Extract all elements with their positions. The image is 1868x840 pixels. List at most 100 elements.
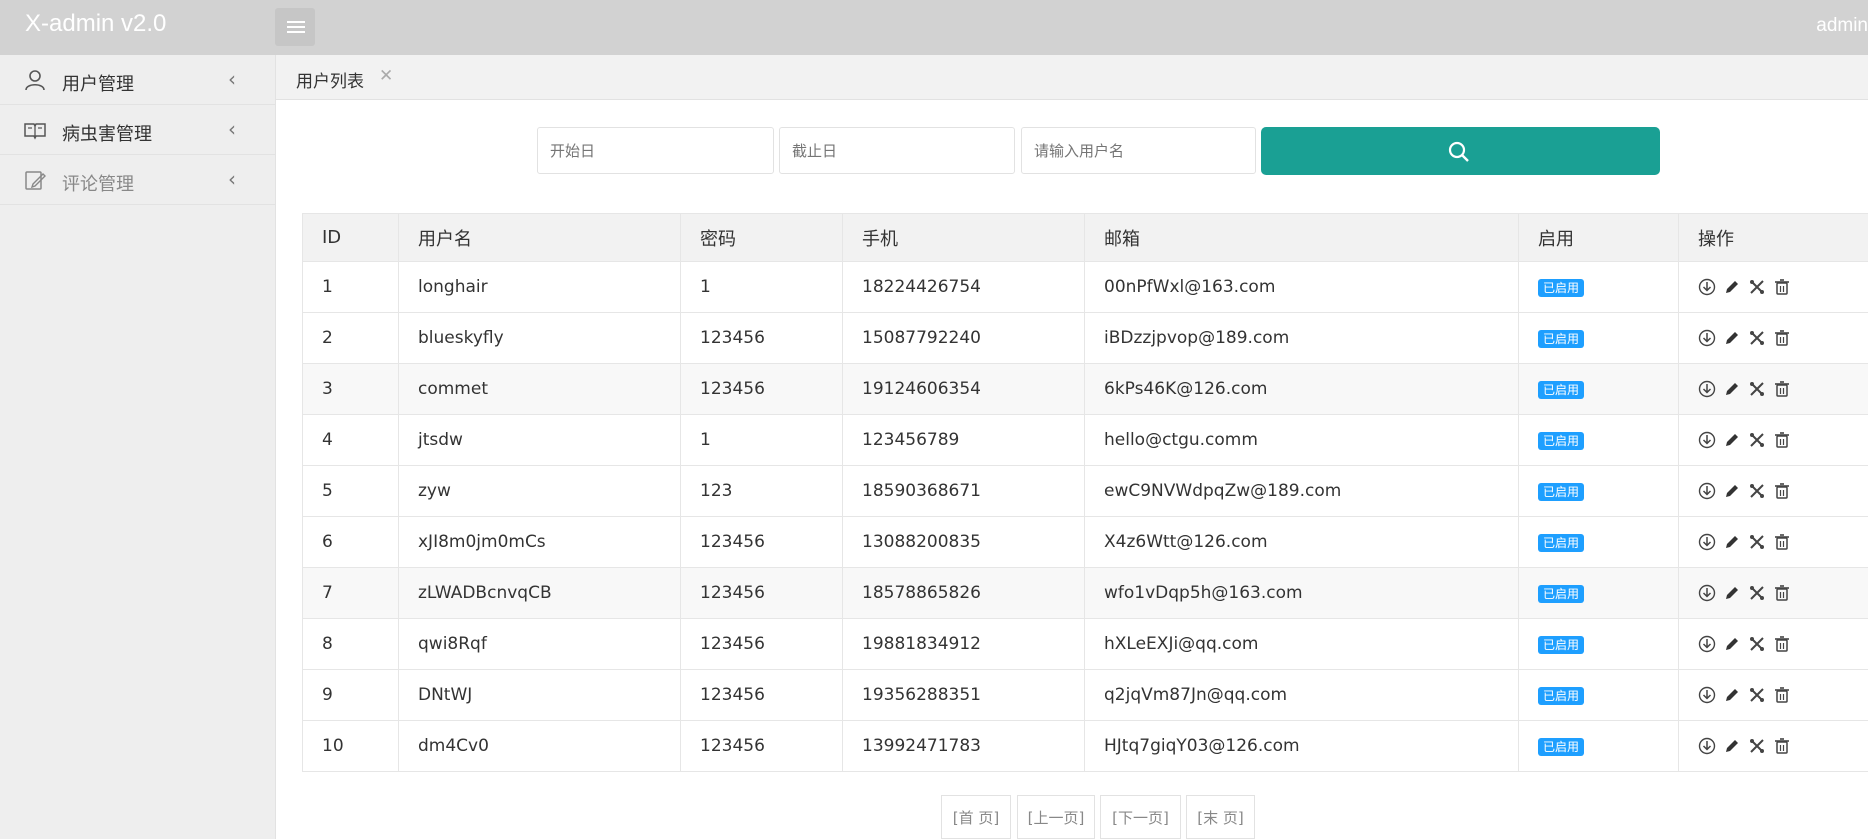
tools-icon[interactable] [1748, 737, 1766, 755]
cell-phone: 19124606354 [843, 364, 1085, 415]
end-date-input[interactable] [779, 127, 1015, 174]
pencil-icon[interactable] [1723, 431, 1741, 449]
cell-phone: 18590368671 [843, 466, 1085, 517]
cell-actions [1679, 619, 1868, 670]
first-page-button[interactable]: [首 页] [941, 795, 1011, 839]
status-badge[interactable]: 已启用 [1538, 534, 1584, 552]
tools-icon[interactable] [1748, 278, 1766, 296]
tools-icon[interactable] [1748, 482, 1766, 500]
pencil-icon[interactable] [1723, 584, 1741, 602]
status-badge[interactable]: 已启用 [1538, 381, 1584, 399]
tools-icon[interactable] [1748, 686, 1766, 704]
trash-icon[interactable] [1773, 686, 1791, 704]
top-bar: X-admin v2.0 admin [0, 0, 1868, 55]
pencil-icon[interactable] [1723, 533, 1741, 551]
pencil-icon[interactable] [1723, 380, 1741, 398]
download-icon[interactable] [1698, 482, 1716, 500]
cell-password: 123 [681, 466, 843, 517]
cell-username: dm4Cv0 [399, 721, 681, 772]
cell-actions [1679, 415, 1868, 466]
cell-id: 10 [303, 721, 399, 772]
trash-icon[interactable] [1773, 737, 1791, 755]
cell-phone: 13992471783 [843, 721, 1085, 772]
trash-icon[interactable] [1773, 380, 1791, 398]
next-page-button[interactable]: [下一页] [1100, 795, 1181, 839]
tools-icon[interactable] [1748, 584, 1766, 602]
download-icon[interactable] [1698, 329, 1716, 347]
sidebar-item-pest-management[interactable]: 病虫害管理 ‹ [0, 105, 275, 155]
download-icon[interactable] [1698, 380, 1716, 398]
pencil-icon[interactable] [1723, 482, 1741, 500]
trash-icon[interactable] [1773, 533, 1791, 551]
pencil-icon[interactable] [1723, 278, 1741, 296]
cell-id: 7 [303, 568, 399, 619]
download-icon[interactable] [1698, 737, 1716, 755]
cell-id: 3 [303, 364, 399, 415]
trash-icon[interactable] [1773, 482, 1791, 500]
logo[interactable]: X-admin v2.0 [25, 10, 166, 38]
table-row: 5zyw12318590368671ewC9NVWdpqZw@189.com已启… [303, 466, 1868, 517]
status-badge[interactable]: 已启用 [1538, 687, 1584, 705]
trash-icon[interactable] [1773, 278, 1791, 296]
status-badge[interactable]: 已启用 [1538, 585, 1584, 603]
trash-icon[interactable] [1773, 329, 1791, 347]
trash-icon[interactable] [1773, 584, 1791, 602]
status-badge[interactable]: 已启用 [1538, 432, 1584, 450]
menu-toggle-button[interactable] [275, 8, 315, 46]
username-input[interactable] [1021, 127, 1256, 174]
cell-phone: 18578865826 [843, 568, 1085, 619]
column-header[interactable]: 邮箱 [1085, 214, 1519, 262]
cell-status: 已启用 [1519, 262, 1679, 313]
cell-phone: 13088200835 [843, 517, 1085, 568]
user-menu[interactable]: admin [1816, 15, 1868, 37]
table-row: 7zLWADBcnvqCB12345618578865826wfo1vDqp5h… [303, 568, 1868, 619]
user-icon [24, 69, 46, 91]
trash-icon[interactable] [1773, 635, 1791, 653]
status-badge[interactable]: 已启用 [1538, 636, 1584, 654]
sidebar-item-label: 病虫害管理 [62, 120, 152, 146]
search-button[interactable] [1261, 127, 1660, 175]
tools-icon[interactable] [1748, 635, 1766, 653]
status-badge[interactable]: 已启用 [1538, 279, 1584, 297]
last-page-button[interactable]: [末 页] [1186, 795, 1255, 839]
close-icon[interactable]: ✕ [379, 66, 393, 86]
prev-page-button[interactable]: [上一页] [1017, 795, 1095, 839]
tools-icon[interactable] [1748, 329, 1766, 347]
download-icon[interactable] [1698, 431, 1716, 449]
sidebar: 用户管理 ‹ 病虫害管理 ‹ 评论管理 ‹ [0, 55, 276, 839]
cell-id: 5 [303, 466, 399, 517]
table-row: 10dm4Cv012345613992471783HJtq7giqY03@126… [303, 721, 1868, 772]
column-header[interactable]: ID [303, 214, 399, 262]
tab-user-list[interactable]: 用户列表 [296, 67, 364, 92]
column-header[interactable]: 手机 [843, 214, 1085, 262]
pencil-icon[interactable] [1723, 329, 1741, 347]
cell-id: 1 [303, 262, 399, 313]
tools-icon[interactable] [1748, 380, 1766, 398]
start-date-input[interactable] [537, 127, 774, 174]
sidebar-item-user-management[interactable]: 用户管理 ‹ [0, 55, 275, 105]
status-badge[interactable]: 已启用 [1538, 738, 1584, 756]
download-icon[interactable] [1698, 278, 1716, 296]
cell-email: q2jqVm87Jn@qq.com [1085, 670, 1519, 721]
tools-icon[interactable] [1748, 533, 1766, 551]
trash-icon[interactable] [1773, 431, 1791, 449]
status-badge[interactable]: 已启用 [1538, 330, 1584, 348]
download-icon[interactable] [1698, 533, 1716, 551]
chevron-left-icon: ‹ [228, 167, 236, 191]
column-header[interactable]: 用户名 [399, 214, 681, 262]
download-icon[interactable] [1698, 686, 1716, 704]
column-header[interactable]: 密码 [681, 214, 843, 262]
download-icon[interactable] [1698, 635, 1716, 653]
cell-id: 4 [303, 415, 399, 466]
cell-status: 已启用 [1519, 313, 1679, 364]
pencil-icon[interactable] [1723, 686, 1741, 704]
status-badge[interactable]: 已启用 [1538, 483, 1584, 501]
column-header[interactable]: 操作 [1679, 214, 1868, 262]
cell-status: 已启用 [1519, 466, 1679, 517]
column-header[interactable]: 启用 [1519, 214, 1679, 262]
pencil-icon[interactable] [1723, 635, 1741, 653]
download-icon[interactable] [1698, 584, 1716, 602]
sidebar-item-comment-management[interactable]: 评论管理 ‹ [0, 155, 275, 205]
tools-icon[interactable] [1748, 431, 1766, 449]
pencil-icon[interactable] [1723, 737, 1741, 755]
